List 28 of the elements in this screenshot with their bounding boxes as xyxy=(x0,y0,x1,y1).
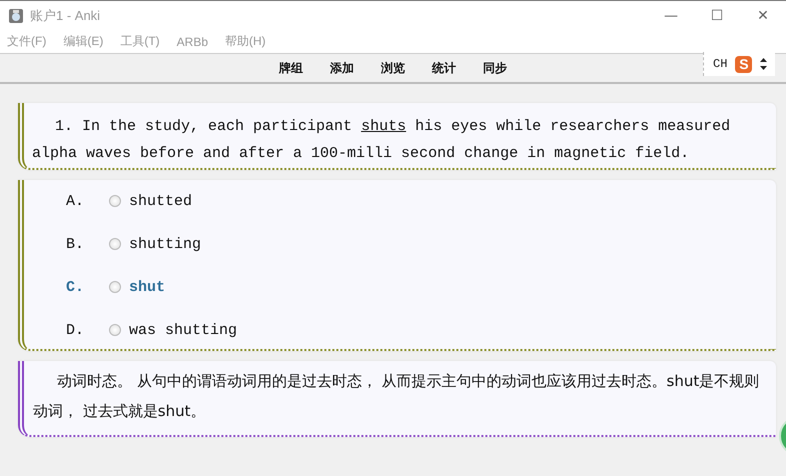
explanation-card: 动词时态。 从句中的谓语动词用的是过去时态， 从而提示主句中的动词也应该用过去时态。shut是不规则动词， 过去式就是shut。 xyxy=(18,361,776,437)
toolbar-link[interactable]: 浏览 xyxy=(381,60,405,76)
radio-button[interactable] xyxy=(109,238,121,250)
option-text: shutted xyxy=(129,192,192,210)
option-letter: C. xyxy=(66,278,86,296)
radio-button[interactable] xyxy=(109,281,121,293)
toolbar-link[interactable]: 牌组 xyxy=(279,60,303,76)
radio-button[interactable] xyxy=(109,195,121,207)
radio-button[interactable] xyxy=(109,324,121,336)
maximize-button[interactable]: ☐ xyxy=(694,1,740,30)
ime-logo: S xyxy=(735,56,752,72)
app-icon xyxy=(8,8,24,24)
option-letter: B. xyxy=(66,236,86,252)
toolbar-link[interactable]: 添加 xyxy=(330,60,354,76)
ime-label: CH xyxy=(713,57,728,71)
close-button[interactable]: ✕ xyxy=(740,1,786,30)
ime-bar[interactable]: CH S xyxy=(703,52,775,76)
option-text: was shutting xyxy=(129,322,238,338)
minimize-button[interactable]: — xyxy=(648,1,694,30)
question-text: 1. In the study, each participant shuts his eyes while researchers measured alpha waves before and after a 100-milli second change in magnetic field. xyxy=(31,117,732,164)
toolbar-link[interactable]: 统计 xyxy=(432,60,456,76)
spinner-icon[interactable] xyxy=(760,58,768,70)
option-letter: A. xyxy=(66,192,86,210)
option-text: shutting xyxy=(129,236,202,252)
window-title: 账户1 - Anki xyxy=(30,6,102,24)
option-text: shut xyxy=(129,278,166,296)
option-letter: D. xyxy=(66,322,86,338)
toolbar-link[interactable]: 同步 xyxy=(483,60,507,76)
